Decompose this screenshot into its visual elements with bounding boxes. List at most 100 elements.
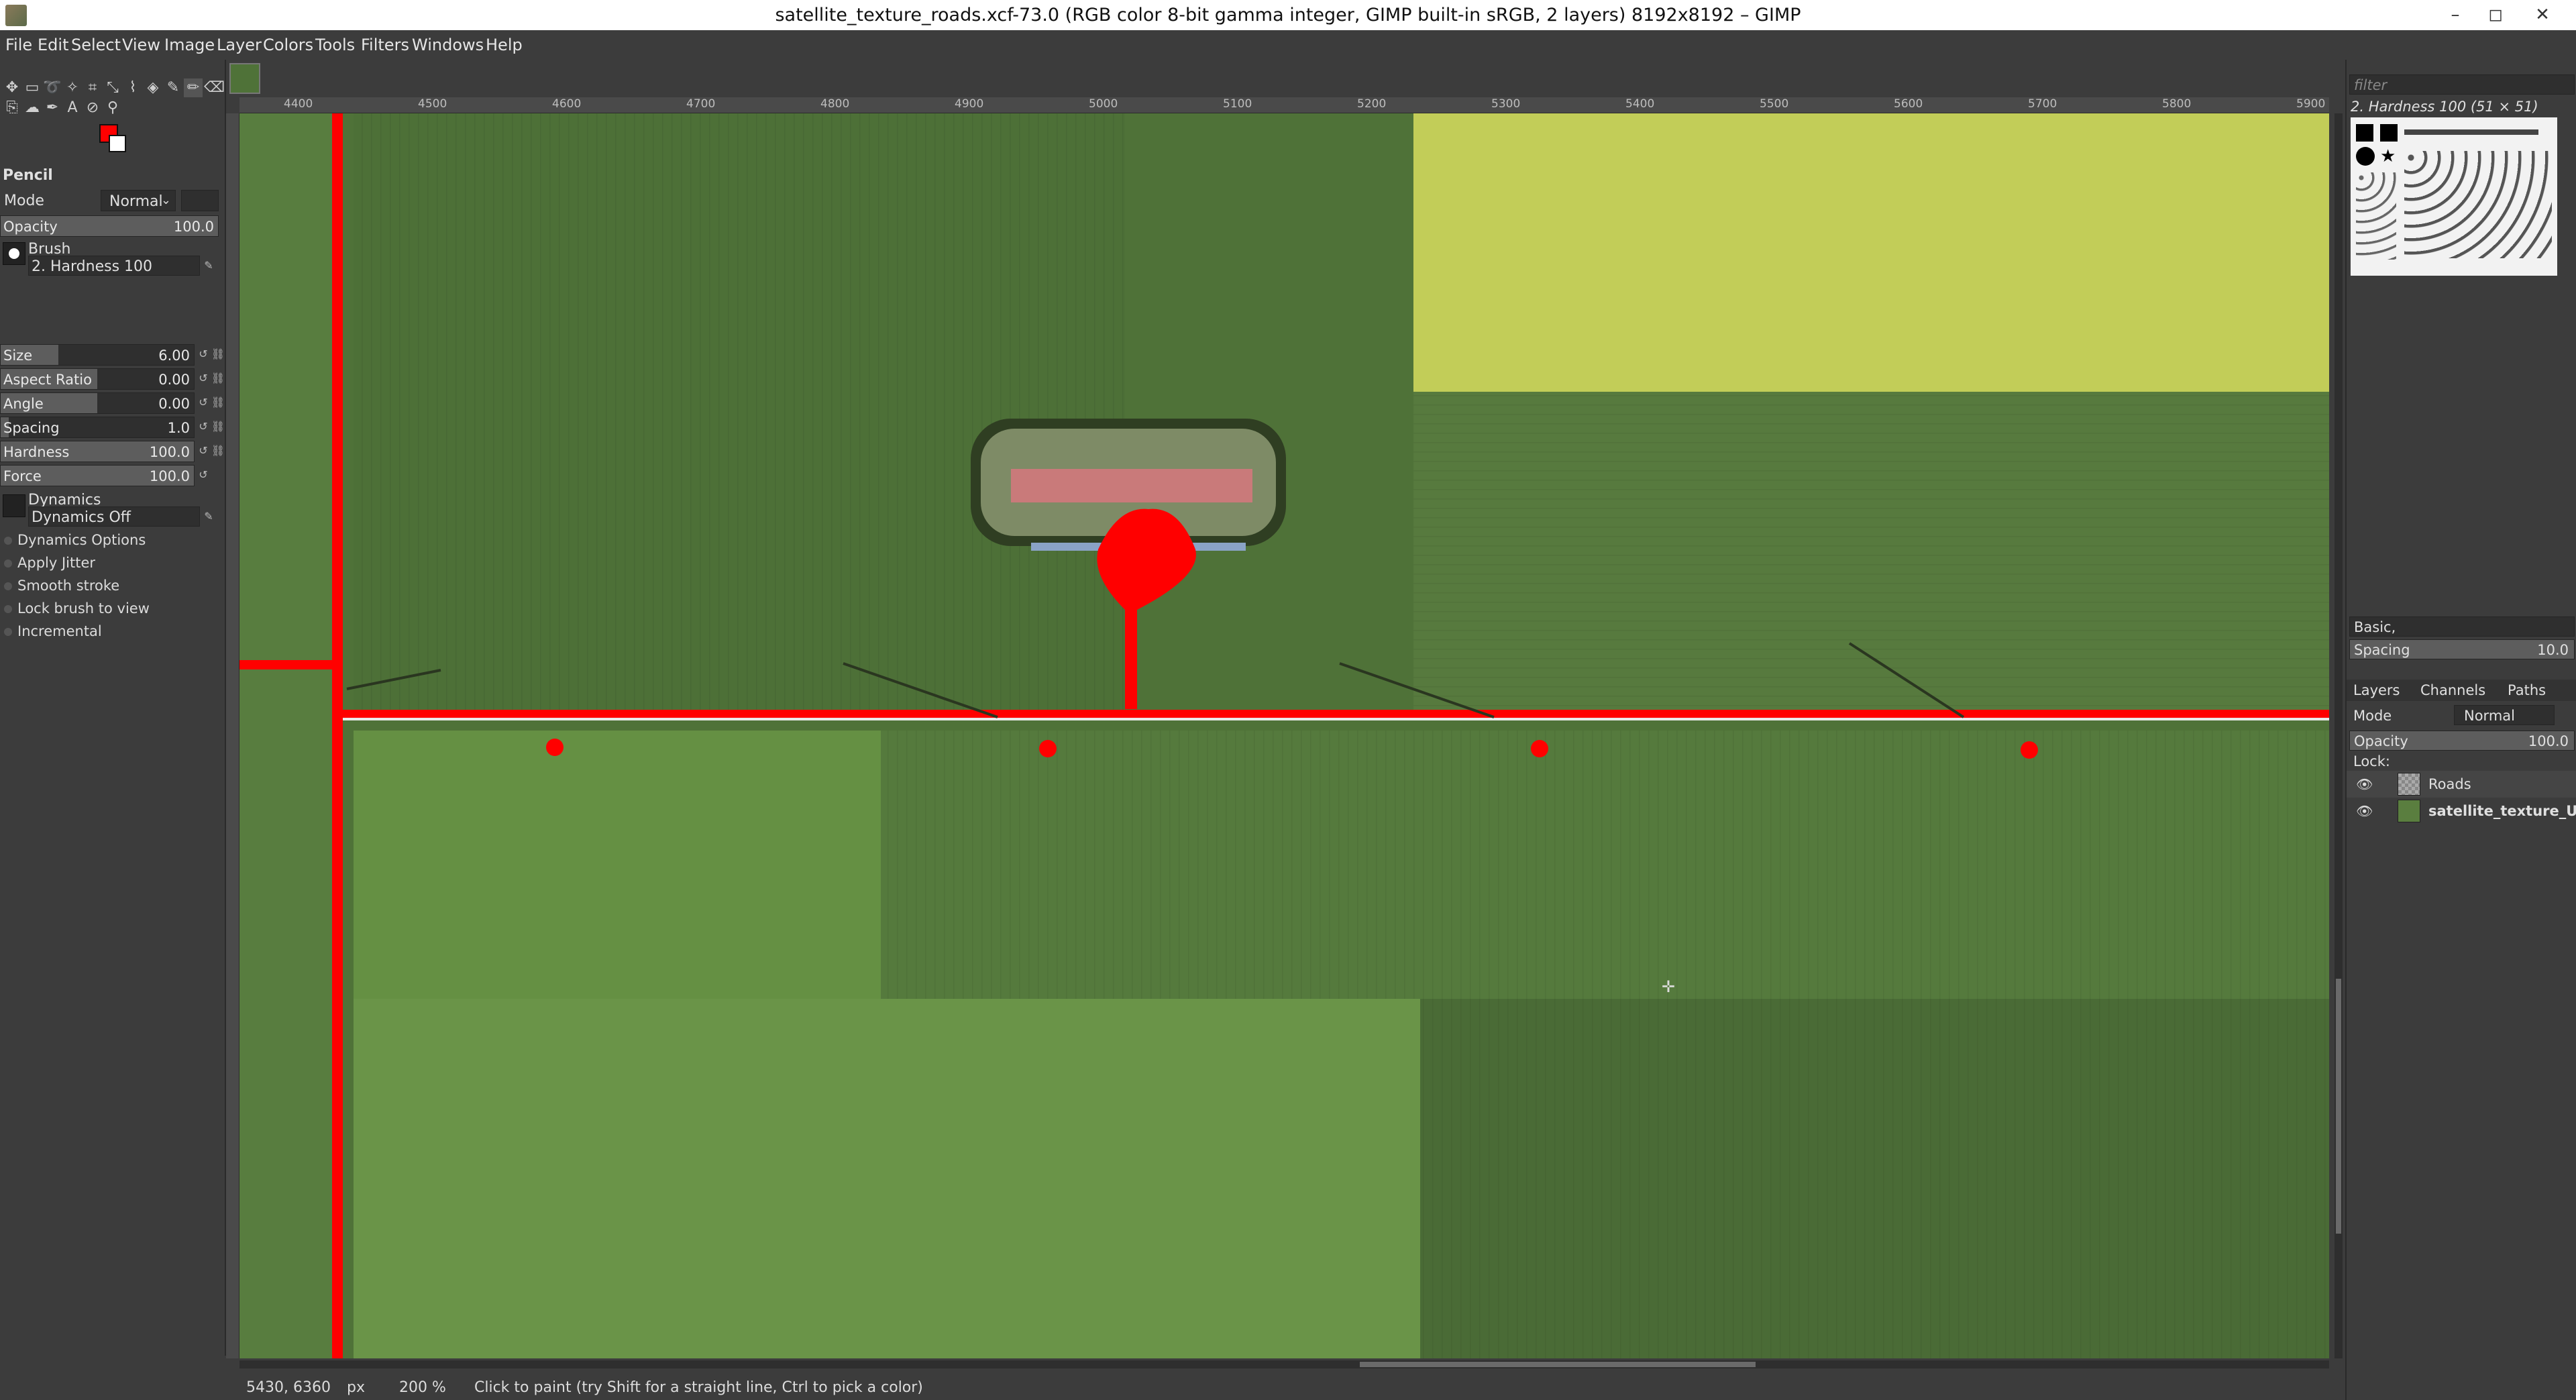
brush-preset-dropdown[interactable]: Basic,: [2349, 616, 2575, 637]
star-brush-icon[interactable]: ★: [2380, 147, 2396, 166]
tool-options-title: Pencil: [3, 167, 53, 184]
angle-slider[interactable]: Angle 0.00: [0, 392, 195, 414]
smooth-stroke-checkbox[interactable]: Smooth stroke: [4, 578, 119, 594]
layer-name: satellite_texture_U: [2428, 803, 2576, 819]
ruler-tick: 4900: [955, 97, 984, 111]
angle-reset-icon[interactable]: ↺: [196, 395, 211, 410]
edit-brush-icon[interactable]: ✎: [201, 258, 216, 273]
mode-reset-button[interactable]: [181, 190, 219, 211]
move-tool-icon[interactable]: ✥: [3, 78, 21, 97]
brush-thumb[interactable]: [2356, 172, 2396, 260]
brush-preview[interactable]: [3, 242, 25, 265]
spacing-slider[interactable]: Spacing 1.0: [0, 417, 195, 438]
brush-grid[interactable]: ★: [2351, 117, 2557, 276]
aspect-reset-icon[interactable]: ↺: [196, 371, 211, 386]
angle-link-icon[interactable]: ⛓: [211, 395, 225, 410]
menu-help[interactable]: Help: [486, 30, 523, 60]
menu-tools[interactable]: Tools: [315, 30, 355, 60]
angle-label: Angle: [3, 396, 44, 412]
smudge-icon[interactable]: ☁: [23, 99, 42, 117]
lasso-icon[interactable]: ➰: [43, 78, 62, 97]
layer-mode-dropdown[interactable]: Normal: [2454, 705, 2555, 725]
hardness-slider[interactable]: Hardness 100.0: [0, 441, 195, 462]
dynamics-options-expander[interactable]: Dynamics Options: [4, 532, 146, 548]
image-canvas[interactable]: ✛: [239, 113, 2329, 1358]
unit-selector[interactable]: px: [347, 1375, 365, 1400]
brush-thumb[interactable]: [2404, 151, 2552, 258]
force-reset-icon[interactable]: ↺: [196, 468, 211, 482]
transform-icon[interactable]: ⤡: [103, 78, 122, 97]
menu-layer[interactable]: Layer: [217, 30, 262, 60]
size-reset-icon[interactable]: ↺: [196, 347, 211, 362]
menu-edit[interactable]: Edit: [38, 30, 68, 60]
lock-brush-checkbox[interactable]: Lock brush to view: [4, 600, 150, 616]
menu-select[interactable]: Select: [71, 30, 121, 60]
eraser-icon[interactable]: ⌫: [204, 78, 225, 97]
vertical-scrollbar[interactable]: [2334, 113, 2343, 1358]
minimize-button[interactable]: –: [2435, 0, 2475, 30]
brush-thumb[interactable]: [2404, 129, 2538, 135]
edit-dynamics-icon[interactable]: ✎: [201, 509, 216, 524]
crop-icon[interactable]: ⌗: [83, 78, 102, 97]
hardness-reset-icon[interactable]: ↺: [196, 443, 211, 458]
spacing-reset-icon[interactable]: ↺: [196, 419, 211, 434]
hscrollbar-thumb[interactable]: [1360, 1362, 1756, 1367]
background-color-swatch[interactable]: [109, 135, 126, 152]
color-picker-icon[interactable]: ⊘: [83, 99, 102, 117]
aspect-link-icon[interactable]: ⛓: [211, 371, 225, 386]
tab-layers[interactable]: Layers: [2353, 682, 2400, 698]
rect-select-icon[interactable]: ▭: [23, 78, 42, 97]
apply-jitter-checkbox[interactable]: Apply Jitter: [4, 555, 95, 571]
layer-opacity-slider[interactable]: Opacity 100.0: [2349, 731, 2575, 751]
menu-image[interactable]: Image: [164, 30, 215, 60]
brush-thumb[interactable]: [2380, 124, 2398, 142]
zoom-selector[interactable]: 200 %: [399, 1375, 446, 1400]
hardness-link-icon[interactable]: ⛓: [211, 443, 225, 458]
force-slider[interactable]: Force 100.0: [0, 465, 195, 486]
zoom-icon[interactable]: ⚲: [103, 99, 122, 117]
ruler-tick: 5400: [1625, 97, 1655, 111]
menu-filters[interactable]: Filters: [361, 30, 409, 60]
menu-file[interactable]: File: [5, 30, 32, 60]
bucket-fill-icon[interactable]: ◈: [144, 78, 162, 97]
paint-tool-icon[interactable]: ✎: [164, 78, 182, 97]
incremental-checkbox[interactable]: Incremental: [4, 623, 102, 639]
layer-opacity-value: 100.0: [2528, 733, 2569, 749]
mode-dropdown[interactable]: Normal ⌄: [101, 190, 176, 211]
mode-label: Mode: [4, 193, 44, 209]
brush-spacing-value: 10.0: [2537, 642, 2569, 658]
warp-icon[interactable]: ⌇: [123, 78, 142, 97]
paths-icon[interactable]: ✒: [43, 99, 62, 117]
size-link-icon[interactable]: ⛓: [211, 347, 225, 362]
spacing-link-icon[interactable]: ⛓: [211, 419, 225, 434]
brush-spacing-slider[interactable]: Spacing 10.0: [2349, 639, 2575, 659]
menu-view[interactable]: View: [122, 30, 160, 60]
dynamics-field[interactable]: Dynamics Off: [28, 506, 200, 527]
tab-channels[interactable]: Channels: [2420, 682, 2485, 698]
opacity-slider[interactable]: Opacity 100.0: [0, 215, 219, 237]
tab-paths[interactable]: Paths: [2508, 682, 2546, 698]
brush-name-field[interactable]: 2. Hardness 100: [28, 256, 200, 276]
size-slider[interactable]: Size 6.00: [0, 344, 195, 366]
right-dock: filter 2. Hardness 100 (51 × 51) ★ Basic…: [2345, 60, 2576, 1400]
text-tool-icon[interactable]: A: [63, 99, 82, 117]
menu-windows[interactable]: Windows: [412, 30, 484, 60]
horizontal-scrollbar[interactable]: [239, 1360, 2329, 1368]
clone-icon[interactable]: ⎘: [3, 99, 21, 117]
close-button[interactable]: ✕: [2522, 0, 2563, 30]
menu-colors[interactable]: Colors: [263, 30, 313, 60]
aspect-ratio-slider[interactable]: Aspect Ratio 0.00: [0, 368, 195, 390]
image-tab-thumbnail[interactable]: [229, 63, 260, 94]
maximize-button[interactable]: ◻: [2475, 0, 2516, 30]
layer-row-satellite[interactable]: 👁 satellite_texture_U: [2347, 798, 2576, 824]
layer-row-roads[interactable]: 👁 Roads: [2347, 771, 2576, 798]
fuzzy-select-icon[interactable]: ✧: [63, 78, 82, 97]
brush-thumb[interactable]: [2356, 124, 2373, 142]
eye-icon[interactable]: 👁: [2356, 776, 2373, 792]
scrollbar-thumb[interactable]: [2336, 979, 2341, 1234]
eye-icon[interactable]: 👁: [2356, 803, 2373, 819]
pencil-tool-icon[interactable]: ✏: [184, 78, 203, 97]
brush-filter-input[interactable]: filter: [2349, 74, 2575, 95]
dynamics-preview[interactable]: [3, 494, 25, 517]
brush-thumb[interactable]: [2356, 147, 2375, 166]
